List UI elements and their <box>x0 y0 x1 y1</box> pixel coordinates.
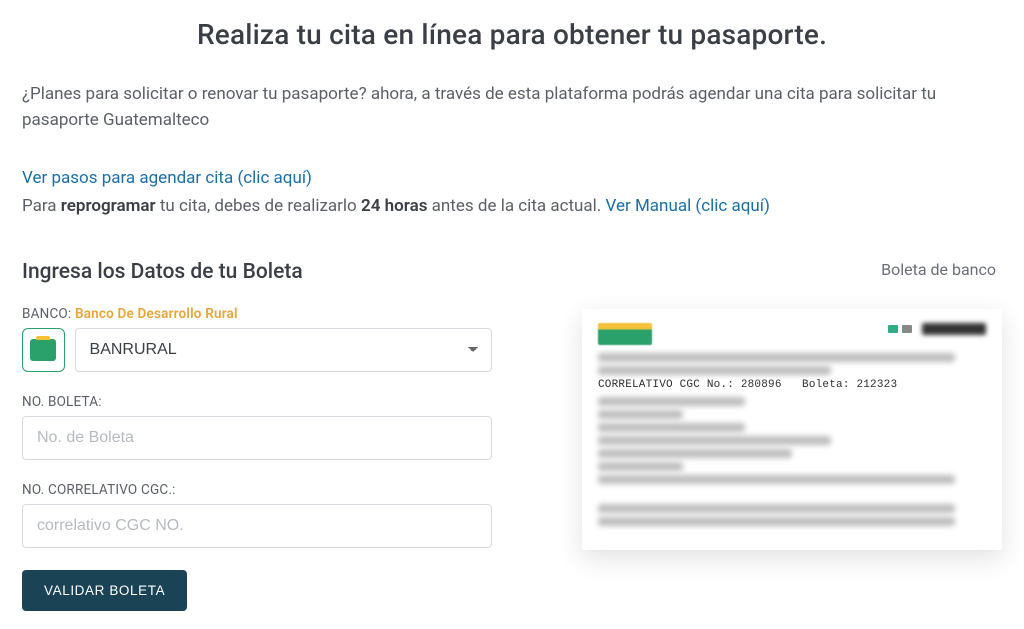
form-section-title: Ingresa los Datos de tu Boleta <box>22 260 492 284</box>
manual-link[interactable]: Ver Manual (clic aquí) <box>606 196 770 216</box>
bank-select[interactable]: BANRURAL <box>75 328 493 372</box>
page-title: Realiza tu cita en línea para obtener tu… <box>22 18 1002 51</box>
validate-button[interactable]: VALIDAR BOLETA <box>22 570 187 611</box>
receipt-flags-icon <box>888 325 912 333</box>
bank-logo-box <box>22 328 65 372</box>
cgc-label: NO. CORRELATIVO CGC.: <box>22 482 492 498</box>
form-right: Boleta de banco CORRELATIVO CGC No.: 280… <box>540 260 1002 611</box>
txt-bold: reprogramar <box>61 196 156 216</box>
bank-label: BANCO: Banco De Desarrollo Rural <box>22 306 492 322</box>
intro-text: ¿Planes para solicitar o renovar tu pasa… <box>22 81 1002 134</box>
txt: Para <box>22 196 61 216</box>
cgc-input[interactable] <box>22 504 492 548</box>
receipt-title: Boleta de banco <box>881 260 1002 279</box>
receipt-number-blur <box>922 323 986 335</box>
steps-link[interactable]: Ver pasos para agendar cita (clic aquí) <box>22 168 312 188</box>
receipt-clear-line: CORRELATIVO CGC No.: 280896 Boleta: 2123… <box>598 379 986 391</box>
boleta-label: NO. BOLETA: <box>22 394 492 410</box>
boleta-input[interactable] <box>22 416 492 460</box>
txt-bold: 24 horas <box>361 196 427 216</box>
form-left: Ingresa los Datos de tu Boleta BANCO: Ba… <box>22 260 492 611</box>
receipt-logo-icon <box>598 323 652 345</box>
bank-name: Banco De Desarrollo Rural <box>75 306 238 322</box>
bank-logo-icon <box>30 339 56 361</box>
txt: antes de la cita actual. <box>427 196 605 216</box>
links-block: Ver pasos para agendar cita (clic aquí) … <box>22 164 1002 220</box>
bank-label-prefix: BANCO: <box>22 306 75 322</box>
receipt-sample-image: CORRELATIVO CGC No.: 280896 Boleta: 2123… <box>582 309 1002 550</box>
reprogram-text: Para reprogramar tu cita, debes de reali… <box>22 196 770 216</box>
txt: tu cita, debes de realizarlo <box>156 196 361 216</box>
